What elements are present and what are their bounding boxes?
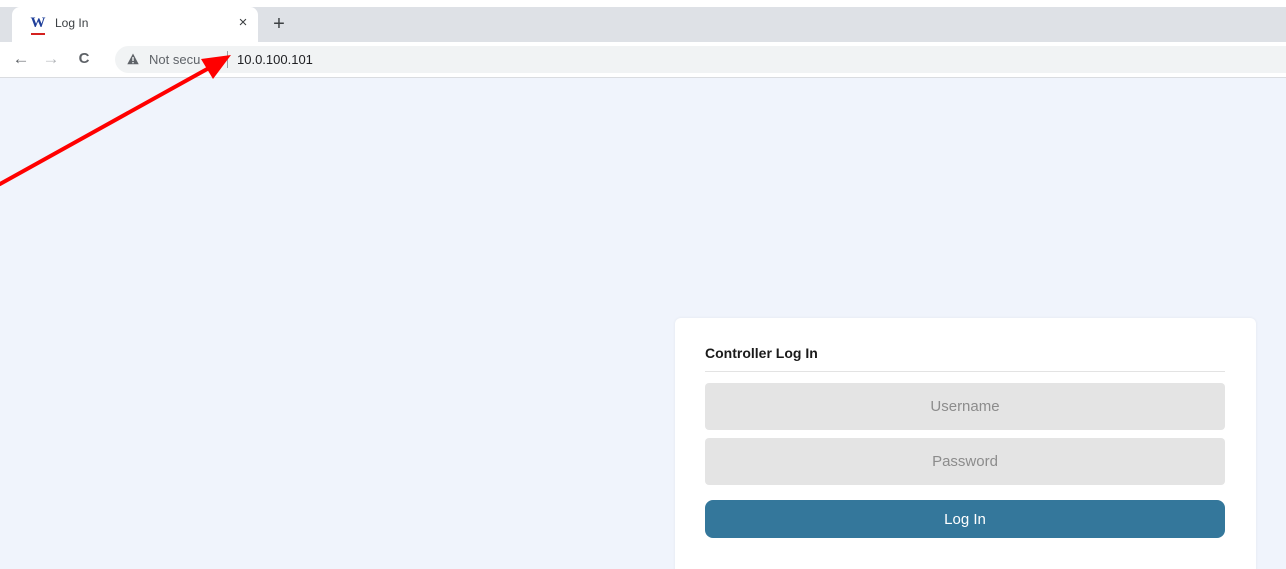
- forward-button[interactable]: →: [40, 48, 62, 70]
- login-card: Controller Log In Log In: [675, 318, 1256, 569]
- url-text[interactable]: 10.0.100.101: [237, 52, 313, 67]
- title-divider: [705, 371, 1225, 372]
- username-input[interactable]: [705, 383, 1225, 430]
- warning-triangle-icon[interactable]: [127, 53, 139, 65]
- browser-window: W Log In × + ← → C Not secu 10.0.100.101…: [0, 0, 1286, 569]
- back-button[interactable]: ←: [10, 48, 32, 70]
- page-viewport: Controller Log In Log In: [0, 78, 1286, 569]
- w-logo-icon: W: [30, 15, 46, 35]
- tab-title: Log In: [55, 16, 89, 30]
- login-title: Controller Log In: [705, 345, 818, 361]
- reload-button[interactable]: C: [73, 48, 95, 70]
- new-tab-button[interactable]: +: [268, 13, 290, 35]
- close-icon[interactable]: ×: [234, 14, 252, 32]
- tab-strip: W Log In × +: [0, 7, 1286, 42]
- login-button[interactable]: Log In: [705, 500, 1225, 538]
- browser-toolbar: ← → C Not secu 10.0.100.101: [0, 42, 1286, 78]
- omnibox-divider: [227, 51, 228, 68]
- password-input[interactable]: [705, 438, 1225, 485]
- tab-log-in[interactable]: W Log In ×: [12, 7, 258, 42]
- address-bar[interactable]: Not secu 10.0.100.101: [115, 46, 1286, 73]
- security-status-label[interactable]: Not secu: [149, 52, 200, 67]
